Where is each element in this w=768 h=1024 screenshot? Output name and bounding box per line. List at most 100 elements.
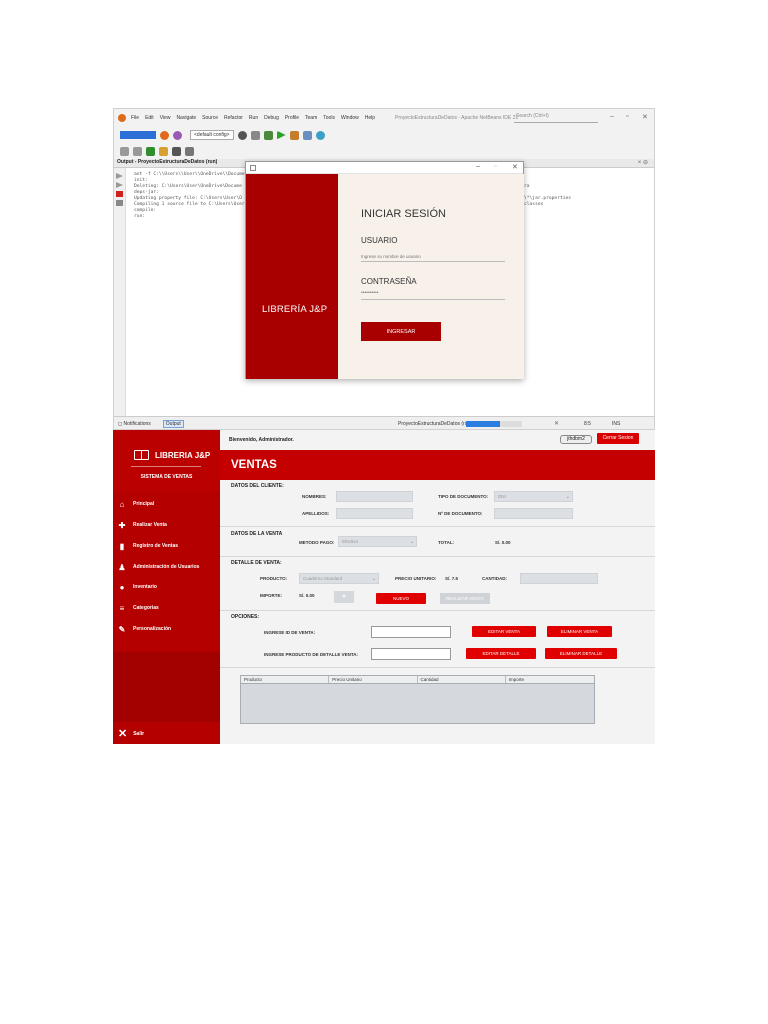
profile-icon[interactable] <box>173 130 182 140</box>
sidebar: LIBRERIA J&P SISTEMA DE VENTAS ⌂ Principa… <box>113 430 220 744</box>
console-output: ant -f C:\\Users\\User\\OneDrive\\Docume… <box>134 172 245 219</box>
output-close-icon[interactable]: × ⊖ <box>638 159 648 166</box>
menu-profile[interactable]: Profile <box>285 115 299 121</box>
open-project-icon[interactable] <box>159 146 168 156</box>
add-item-button[interactable]: + <box>334 591 354 603</box>
menu-window[interactable]: Window <box>341 115 359 121</box>
eliminar-detalle-button[interactable]: ELIMINAR DETALLE <box>545 648 617 659</box>
output-tab[interactable]: Output <box>162 419 184 428</box>
progress-label: ProyectoEstructuraDeDatos (run) <box>398 420 472 427</box>
rerun-different-icon[interactable] <box>116 182 123 188</box>
cancel-task-icon[interactable]: ✕ <box>554 420 559 427</box>
profile-project-icon[interactable] <box>302 130 312 140</box>
column-header[interactable]: Cantidad <box>418 676 506 683</box>
settings-icon[interactable] <box>237 130 247 140</box>
sidebar-item-principal[interactable]: ⌂ Principal <box>113 494 220 514</box>
memory-indicator[interactable] <box>120 131 156 139</box>
clean-build-icon[interactable] <box>160 130 169 140</box>
dialog-close-icon[interactable]: ✕ <box>512 163 518 171</box>
login-button[interactable]: INGRESAR <box>361 322 441 341</box>
username-input[interactable] <box>361 252 505 262</box>
menu-file[interactable]: File <box>131 115 139 121</box>
detalle-table[interactable]: Producto Precio Unitario Cantidad Import… <box>240 675 595 724</box>
producto-detalle-label: INGRESE PRODUCTO DE DETALLE VENTA: <box>264 652 359 657</box>
user-badge: jthdbm2 <box>560 435 592 444</box>
document-icon: ▮ <box>119 541 125 551</box>
box-icon: ● <box>119 582 125 592</box>
menu-help[interactable]: Help <box>365 115 375 121</box>
ide-toolbar: <default config> <box>114 127 654 143</box>
undo-icon[interactable] <box>120 146 129 156</box>
menu-edit[interactable]: Edit <box>145 115 154 121</box>
minimize-icon[interactable]: – <box>610 113 614 120</box>
hammer-icon[interactable] <box>250 130 260 140</box>
dialog-maximize-icon: ▫ <box>494 163 497 170</box>
maximize-icon[interactable]: ▫ <box>626 113 628 120</box>
logout-button[interactable]: Cerrar Sesion <box>597 433 639 444</box>
ide-search-input[interactable]: Search (Ctrl+I) <box>514 113 598 123</box>
notifications-tab[interactable]: ◻ Notifications <box>118 421 151 427</box>
divider <box>220 667 655 668</box>
producto-label: PRODUCTO: <box>260 576 288 581</box>
producto-select[interactable]: Cuaderno Standard ⌄ <box>299 573 379 584</box>
column-header[interactable]: Precio Unitario <box>329 676 418 683</box>
settings-output-icon[interactable] <box>116 200 123 206</box>
login-brand: LIBRERÍA J&P <box>262 304 328 315</box>
sidebar-item-personalizacion[interactable]: ✎ Personalización <box>113 619 220 639</box>
menu-team[interactable]: Team <box>305 115 317 121</box>
config-select[interactable]: <default config> <box>190 130 234 140</box>
app-logo: LIBRERIA J&P <box>134 450 210 460</box>
password-input[interactable]: •••••••••• <box>361 290 505 300</box>
login-form: INICIAR SESIÓN USUARIO CONTRASEÑA ••••••… <box>338 174 524 379</box>
debug-icon[interactable] <box>289 130 299 140</box>
column-header[interactable]: Importe <box>506 676 594 683</box>
nombres-input[interactable] <box>336 491 413 502</box>
close-icon[interactable]: ✕ <box>642 113 648 121</box>
sidebar-item-inventario[interactable]: ● Inventario <box>113 577 220 597</box>
tipo-documento-select[interactable]: DNI ⌄ <box>494 491 573 502</box>
realizar-venta-button[interactable]: REALIZAR VENTA <box>440 593 490 604</box>
menu-navigate[interactable]: Navigate <box>176 115 196 121</box>
sidebar-item-realizar-venta[interactable]: ✚ Realizar Venta <box>113 515 220 535</box>
close-project-icon[interactable] <box>185 146 194 156</box>
column-header[interactable]: Producto <box>241 676 330 683</box>
sidebar-item-registro-ventas[interactable]: ▮ Registro de Ventas <box>113 536 220 556</box>
rerun-icon[interactable] <box>116 173 123 179</box>
eliminar-venta-button[interactable]: ELIMINAR VENTA <box>547 626 612 637</box>
save-all-icon[interactable] <box>172 146 181 156</box>
editar-venta-button[interactable]: EDITAR VENTA <box>472 626 536 637</box>
run-icon[interactable] <box>276 130 286 140</box>
exit-button[interactable]: ✕ Salir <box>118 727 144 740</box>
total-label: TOTAL: <box>438 540 455 545</box>
menu-run[interactable]: Run <box>249 115 258 121</box>
login-brand-panel: LIBRERÍA J&P <box>246 174 338 379</box>
login-heading: INICIAR SESIÓN <box>361 208 446 220</box>
cantidad-input[interactable] <box>520 573 598 584</box>
menu-view[interactable]: View <box>160 115 171 121</box>
menu-refactor[interactable]: Refactor <box>224 115 243 121</box>
menu-source[interactable]: Source <box>202 115 218 121</box>
producto-detalle-input[interactable] <box>371 648 451 660</box>
editar-detalle-button[interactable]: EDITAR DETALLE <box>466 648 536 659</box>
web-icon[interactable] <box>315 130 325 140</box>
ide-statusbar: ◻ Notifications Output ProyectoEstructur… <box>114 416 654 429</box>
nuevo-button[interactable]: NUEVO <box>376 593 426 604</box>
redo-icon[interactable] <box>133 146 142 156</box>
menu-debug[interactable]: Debug <box>264 115 279 121</box>
plus-icon: ✚ <box>118 520 126 530</box>
sidebar-item-categorias[interactable]: ≡ Categorias <box>113 598 220 618</box>
apellidos-input[interactable] <box>336 508 413 519</box>
sidebar-item-administracion-usuarios[interactable]: ♟ Administración de Usuarios <box>113 557 220 577</box>
new-file-icon[interactable] <box>146 146 155 156</box>
id-venta-input[interactable] <box>371 626 451 638</box>
menu-tools[interactable]: Tools <box>323 115 335 121</box>
metodo-pago-select[interactable]: Efectivo ⌄ <box>338 536 417 547</box>
dialog-minimize-icon[interactable]: – <box>476 163 480 170</box>
close-icon: ✕ <box>118 728 128 740</box>
console-output-right: ra \*\jar.properties classes <box>524 184 572 207</box>
build-icon[interactable] <box>263 130 273 140</box>
num-documento-input[interactable] <box>494 508 573 519</box>
ide-toolbar-secondary <box>114 143 654 159</box>
stop-icon[interactable] <box>116 191 123 197</box>
dialog-titlebar: – ▫ ✕ <box>246 162 523 174</box>
